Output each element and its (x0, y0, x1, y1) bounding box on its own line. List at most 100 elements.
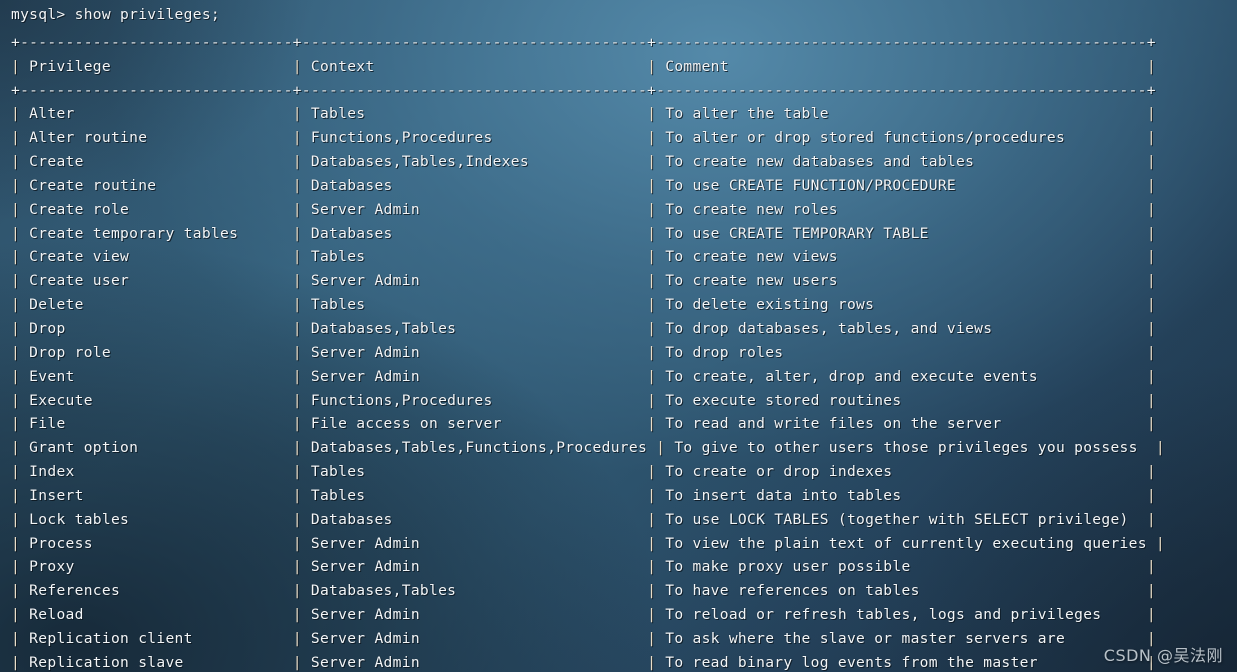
column-divider: | (647, 582, 657, 600)
column-divider: | (647, 224, 657, 242)
cell-c2: To create new users (656, 272, 1147, 290)
cell-c0: Event (20, 367, 293, 385)
column-divider: | (292, 629, 302, 647)
column-divider: | (292, 558, 302, 576)
cell-c1: Databases,Tables,Functions,Procedures (301, 439, 657, 457)
cell-c2: To create new views (656, 248, 1147, 266)
header-cell-c0: Privilege (20, 57, 293, 75)
column-divider: | (1146, 606, 1156, 624)
column-divider: | (647, 534, 657, 552)
table-row[interactable]: | Create view | Tables | To create new v… (11, 245, 1237, 269)
column-divider: | (1146, 343, 1156, 361)
column-divider: | (647, 606, 657, 624)
column-divider: | (292, 105, 302, 123)
column-divider: | (11, 153, 21, 171)
cell-c1: Databases,Tables (301, 319, 648, 337)
table-header-rule: +------------------------------+--------… (11, 79, 1237, 103)
cell-c2: To use CREATE TEMPORARY TABLE (656, 224, 1147, 242)
cell-c2: To read and write files on the server (656, 415, 1147, 433)
table-row[interactable]: | Delete | Tables | To delete existing r… (11, 293, 1237, 317)
cell-c0: Create routine (20, 176, 293, 194)
table-row[interactable]: | Create role | Server Admin | To create… (11, 198, 1237, 222)
column-divider: | (11, 629, 21, 647)
cell-c0: Alter (20, 105, 293, 123)
prompt-line[interactable]: mysql> show privileges; (11, 3, 1237, 27)
table-row[interactable]: | Alter | Tables | To alter the table | (11, 102, 1237, 126)
cell-c1: Server Admin (301, 534, 648, 552)
table-row[interactable]: | Create | Databases,Tables,Indexes | To… (11, 150, 1237, 174)
column-divider: | (1146, 463, 1156, 481)
column-divider: | (11, 534, 21, 552)
column-divider: | (1146, 248, 1156, 266)
cell-c2: To use CREATE FUNCTION/PROCEDURE (656, 176, 1147, 194)
table-row[interactable]: | Grant option | Databases,Tables,Functi… (11, 436, 1237, 460)
cell-c2: To create or drop indexes (656, 463, 1147, 481)
cell-c1: Tables (301, 463, 648, 481)
column-divider: | (11, 391, 21, 409)
table-row[interactable]: | Create temporary tables | Databases | … (11, 222, 1237, 246)
column-divider: | (11, 486, 21, 504)
cell-c2: To have references on tables (656, 582, 1147, 600)
column-divider: | (11, 176, 21, 194)
table-row[interactable]: | Replication slave | Server Admin | To … (11, 651, 1237, 672)
table-top-rule: +------------------------------+--------… (11, 31, 1237, 55)
column-divider: | (292, 653, 302, 671)
table-row[interactable]: | Insert | Tables | To insert data into … (11, 484, 1237, 508)
column-divider: | (1146, 582, 1156, 600)
column-divider: | (647, 129, 657, 147)
table-row[interactable]: | References | Databases,Tables | To hav… (11, 579, 1237, 603)
column-divider: | (292, 486, 302, 504)
table-row[interactable]: | Drop role | Server Admin | To drop rol… (11, 341, 1237, 365)
column-divider: | (292, 224, 302, 242)
column-divider: | (11, 224, 21, 242)
cell-c0: Lock tables (20, 510, 293, 528)
column-divider: | (292, 296, 302, 314)
column-divider: | (11, 200, 21, 218)
table-row[interactable]: | Alter routine | Functions,Procedures |… (11, 126, 1237, 150)
cell-c1: Server Admin (301, 629, 648, 647)
column-divider: | (647, 248, 657, 266)
table-row[interactable]: | Create user | Server Admin | To create… (11, 269, 1237, 293)
table-row[interactable]: | Replication client | Server Admin | To… (11, 627, 1237, 651)
cell-c1: Databases (301, 510, 648, 528)
command-text: show privileges; (74, 6, 220, 23)
column-divider: | (1146, 176, 1156, 194)
table-row[interactable]: | Proxy | Server Admin | To make proxy u… (11, 555, 1237, 579)
table-row[interactable]: | Process | Server Admin | To view the p… (11, 532, 1237, 556)
cell-c0: Replication client (20, 629, 293, 647)
table-row[interactable]: | File | File access on server | To read… (11, 412, 1237, 436)
column-divider: | (11, 415, 21, 433)
column-divider: | (11, 129, 21, 147)
cell-c0: Alter routine (20, 129, 293, 147)
terminal-output[interactable]: mysql> show privileges; +----------------… (0, 0, 1237, 672)
column-divider: | (1146, 129, 1156, 147)
column-divider: | (1146, 391, 1156, 409)
column-divider: | (292, 176, 302, 194)
column-divider: | (1155, 439, 1165, 457)
cell-c2: To create, alter, drop and execute event… (656, 367, 1147, 385)
column-divider: | (292, 129, 302, 147)
cell-c1: Tables (301, 296, 648, 314)
cell-c0: Create user (20, 272, 293, 290)
cell-c0: File (20, 415, 293, 433)
table-header-row: | Privilege | Context | Comment | (11, 55, 1237, 79)
column-divider: | (11, 653, 21, 671)
column-divider: | (1146, 200, 1156, 218)
table-row[interactable]: | Event | Server Admin | To create, alte… (11, 365, 1237, 389)
cell-c0: Reload (20, 606, 293, 624)
cell-c0: Replication slave (20, 653, 293, 671)
table-row[interactable]: | Reload | Server Admin | To reload or r… (11, 603, 1237, 627)
cell-c1: Server Admin (301, 367, 648, 385)
column-divider: | (1146, 105, 1156, 123)
cell-c0: Delete (20, 296, 293, 314)
cell-c1: Server Admin (301, 343, 648, 361)
column-divider: | (11, 319, 21, 337)
column-divider: | (656, 439, 666, 457)
table-row[interactable]: | Create routine | Databases | To use CR… (11, 174, 1237, 198)
table-row[interactable]: | Drop | Databases,Tables | To drop data… (11, 317, 1237, 341)
cell-c1: Databases (301, 176, 648, 194)
cell-c2: To create new roles (656, 200, 1147, 218)
table-row[interactable]: | Lock tables | Databases | To use LOCK … (11, 508, 1237, 532)
table-row[interactable]: | Index | Tables | To create or drop ind… (11, 460, 1237, 484)
table-row[interactable]: | Execute | Functions,Procedures | To ex… (11, 389, 1237, 413)
